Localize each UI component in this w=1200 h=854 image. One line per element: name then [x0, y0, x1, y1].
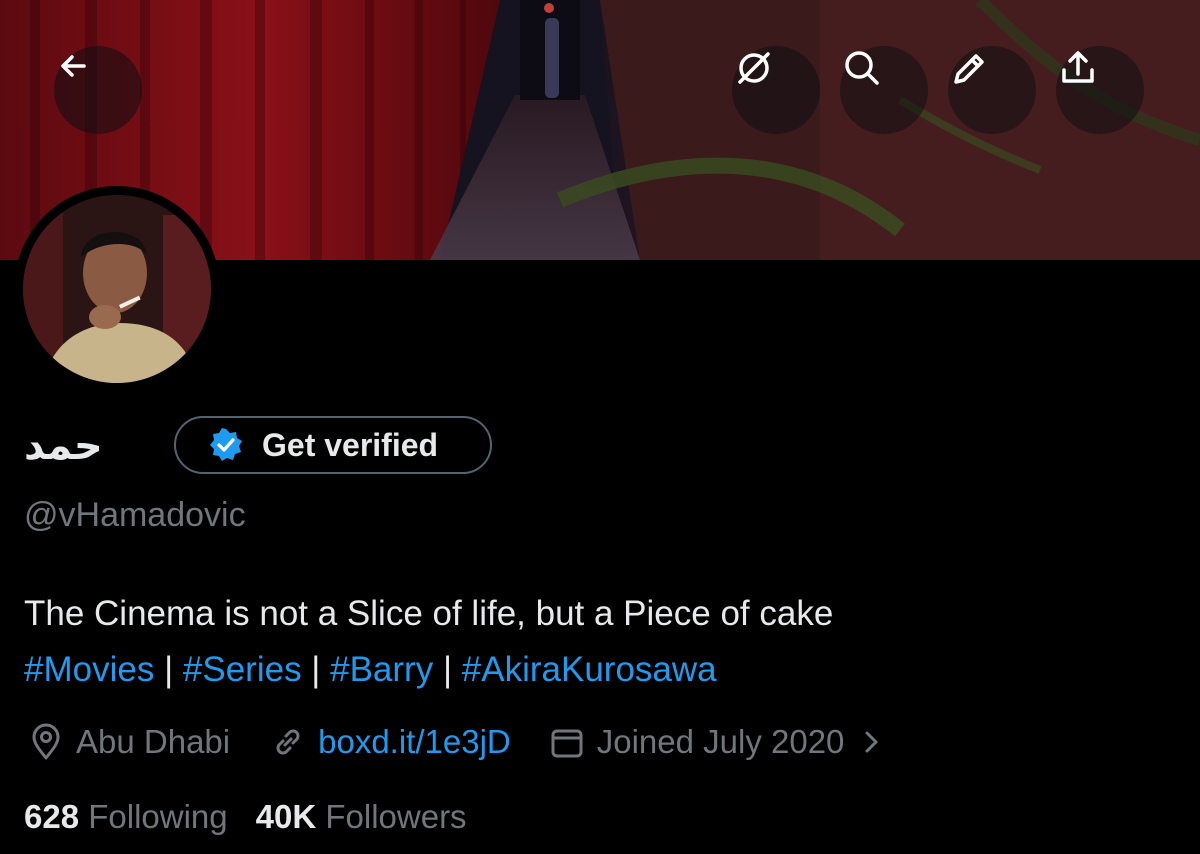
share-icon [1062, 51, 1094, 83]
avatar-portrait [23, 195, 211, 383]
followers-stat[interactable]: 40K Followers [256, 798, 467, 836]
profile-meta: Abu Dhabi boxd.it/1e3jD Joined July 2020 [26, 716, 892, 768]
chevron-right-icon[interactable] [862, 727, 892, 757]
location-text: Abu Dhabi [76, 723, 231, 760]
hashtag-series-link[interactable]: #Series [183, 650, 302, 689]
website-link[interactable]: boxd.it/1e3jD [318, 723, 511, 761]
join-date: Joined July 2020 [547, 722, 893, 762]
location-pin-icon [32, 723, 60, 760]
back-button[interactable] [54, 46, 142, 134]
hashtag-separator: | [311, 650, 321, 689]
profile-avatar[interactable] [14, 186, 220, 392]
search-icon [845, 51, 879, 85]
get-verified-button[interactable]: Get verified [174, 416, 492, 474]
follow-stats: 628 Following 40K Followers [24, 798, 495, 836]
hashtag-barry-link[interactable]: #Barry [330, 650, 433, 689]
followers-count: 40K [255, 798, 317, 835]
followers-label: Followers [325, 798, 467, 835]
location: Abu Dhabi [26, 722, 230, 762]
arrow-left-icon [61, 55, 86, 77]
pencil-icon [954, 54, 984, 84]
bio-text: The Cinema is not a Slice of life, but a… [24, 594, 834, 633]
hashtag-akirakurosawa-link[interactable]: #AkiraKurosawa [462, 650, 717, 689]
following-label: Following [88, 798, 228, 835]
grok-button[interactable] [732, 46, 820, 134]
following-count: 628 [24, 798, 80, 835]
get-verified-label: Get verified [262, 426, 439, 463]
website: boxd.it/1e3jD [268, 722, 511, 762]
hashtag-separator: | [164, 650, 174, 689]
grok-icon [738, 52, 770, 84]
hashtag-movies-link[interactable]: #Movies [24, 650, 154, 689]
hashtag-separator: | [442, 650, 453, 689]
verified-badge-icon [208, 427, 244, 463]
avatar-image [23, 195, 211, 383]
search-button[interactable] [840, 46, 928, 134]
link-icon [276, 729, 300, 755]
share-button[interactable] [1056, 46, 1144, 134]
following-stat[interactable]: 628 Following [24, 798, 228, 836]
bio-hashtags: #Movies | #Series | #Barry | #AkiraKuros… [24, 642, 833, 698]
user-handle: @vHamadovic [24, 496, 246, 534]
profile-bio: The Cinema is not a Slice of life, but a… [24, 586, 833, 698]
join-date-text: Joined July 2020 [596, 723, 845, 760]
edit-button[interactable] [948, 46, 1036, 134]
display-name: حمد [24, 423, 103, 469]
calendar-icon [551, 729, 583, 758]
